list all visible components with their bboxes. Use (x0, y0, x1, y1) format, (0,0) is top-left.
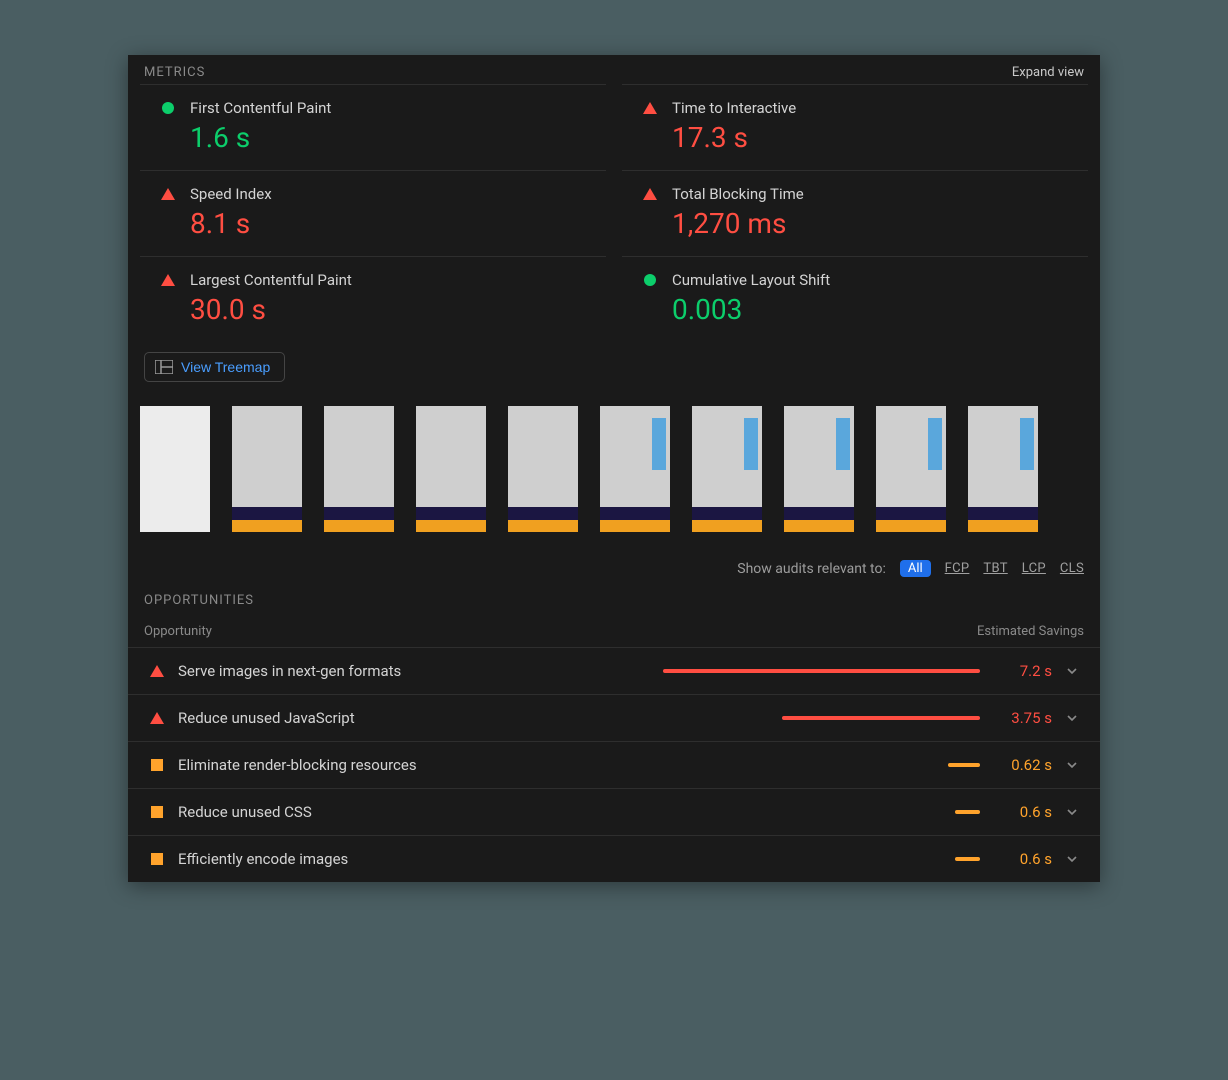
opportunity-label: Reduce unused CSS (178, 803, 612, 821)
filmstrip (128, 388, 1100, 542)
metric-item[interactable]: Time to Interactive 17.3 s (622, 84, 1088, 170)
opportunities-columns: Opportunity Estimated Savings (128, 616, 1100, 648)
expand-view-link[interactable]: Expand view (1012, 65, 1084, 80)
opportunity-savings: 0.62 s (988, 756, 1052, 774)
opportunity-row[interactable]: Efficiently encode images 0.6 s (128, 836, 1100, 882)
metric-value: 0.003 (672, 293, 1072, 326)
filmstrip-thumbnail[interactable] (508, 406, 578, 532)
filmstrip-thumbnail[interactable] (876, 406, 946, 532)
metric-label: Cumulative Layout Shift (672, 271, 1072, 289)
metric-value: 17.3 s (672, 121, 1072, 154)
metric-value: 8.1 s (190, 207, 590, 240)
triangle-poor-icon (638, 188, 662, 200)
chevron-down-icon[interactable] (1060, 712, 1084, 724)
treemap-icon (155, 360, 173, 374)
filmstrip-thumbnail[interactable] (232, 406, 302, 532)
filmstrip-thumbnail[interactable] (692, 406, 762, 532)
opportunity-bar (620, 669, 980, 673)
square-average-icon (144, 759, 170, 771)
opportunity-savings: 7.2 s (988, 662, 1052, 680)
opportunities-title: OPPORTUNITIES (144, 593, 254, 608)
opportunity-label: Efficiently encode images (178, 850, 612, 868)
treemap-label: View Treemap (181, 359, 270, 375)
chevron-down-icon[interactable] (1060, 759, 1084, 771)
opportunity-bar (620, 716, 980, 720)
metric-label: Largest Contentful Paint (190, 271, 590, 289)
chevron-down-icon[interactable] (1060, 806, 1084, 818)
metrics-grid: First Contentful Paint 1.6 s Time to Inter… (128, 84, 1100, 342)
triangle-poor-icon (144, 665, 170, 677)
opportunity-label: Serve images in next-gen formats (178, 662, 612, 680)
filmstrip-thumbnail[interactable] (784, 406, 854, 532)
filmstrip-thumbnail[interactable] (324, 406, 394, 532)
audit-filter-option[interactable]: TBT (983, 561, 1007, 576)
triangle-poor-icon (144, 712, 170, 724)
metric-item[interactable]: Cumulative Layout Shift 0.003 (622, 256, 1088, 342)
chevron-down-icon[interactable] (1060, 853, 1084, 865)
square-average-icon (144, 853, 170, 865)
opportunity-row[interactable]: Reduce unused CSS 0.6 s (128, 789, 1100, 836)
circle-good-icon (156, 102, 180, 114)
opportunities-header: OPPORTUNITIES (128, 583, 1100, 612)
metric-label: Speed Index (190, 185, 590, 203)
opportunity-label: Eliminate render-blocking resources (178, 756, 612, 774)
opportunities-list: Serve images in next-gen formats 7.2 s Red… (128, 648, 1100, 882)
metric-label: First Contentful Paint (190, 99, 590, 117)
metric-item[interactable]: First Contentful Paint 1.6 s (140, 84, 606, 170)
audit-filter-option[interactable]: CLS (1060, 561, 1084, 576)
opportunity-row[interactable]: Eliminate render-blocking resources 0.62 … (128, 742, 1100, 789)
metric-value: 1,270 ms (672, 207, 1072, 240)
chevron-down-icon[interactable] (1060, 665, 1084, 677)
metric-label: Time to Interactive (672, 99, 1072, 117)
triangle-poor-icon (638, 102, 662, 114)
lighthouse-panel: METRICS Expand view First Contentful Pai… (128, 55, 1100, 882)
filmstrip-thumbnail[interactable] (600, 406, 670, 532)
audit-filter-option[interactable]: LCP (1022, 561, 1046, 576)
opportunity-label: Reduce unused JavaScript (178, 709, 612, 727)
opportunity-savings: 0.6 s (988, 803, 1052, 821)
treemap-row: View Treemap (128, 342, 1100, 388)
audit-filter-row: Show audits relevant to: All FCP TBT LCP CL… (128, 542, 1100, 583)
metric-label: Total Blocking Time (672, 185, 1072, 203)
opportunity-bar (620, 763, 980, 767)
filmstrip-thumbnail[interactable] (416, 406, 486, 532)
opportunity-savings: 0.6 s (988, 850, 1052, 868)
opportunity-savings: 3.75 s (988, 709, 1052, 727)
metric-item[interactable]: Largest Contentful Paint 30.0 s (140, 256, 606, 342)
savings-col-label: Estimated Savings (977, 624, 1084, 639)
view-treemap-button[interactable]: View Treemap (144, 352, 285, 382)
opportunity-col-label: Opportunity (144, 624, 212, 639)
metric-value: 1.6 s (190, 121, 590, 154)
triangle-poor-icon (156, 188, 180, 200)
metrics-title: METRICS (144, 65, 205, 80)
triangle-poor-icon (156, 274, 180, 286)
metric-item[interactable]: Speed Index 8.1 s (140, 170, 606, 256)
filmstrip-thumbnail[interactable] (140, 406, 210, 532)
square-average-icon (144, 806, 170, 818)
opportunity-row[interactable]: Serve images in next-gen formats 7.2 s (128, 648, 1100, 695)
filmstrip-thumbnail[interactable] (968, 406, 1038, 532)
circle-good-icon (638, 274, 662, 286)
opportunity-bar (620, 810, 980, 814)
opportunity-bar (620, 857, 980, 861)
audit-filter-option[interactable]: FCP (945, 561, 970, 576)
metric-item[interactable]: Total Blocking Time 1,270 ms (622, 170, 1088, 256)
audit-filter-active[interactable]: All (900, 560, 931, 577)
metric-value: 30.0 s (190, 293, 590, 326)
metrics-header: METRICS Expand view (128, 55, 1100, 84)
audit-filter-label: Show audits relevant to: (737, 561, 886, 577)
opportunity-row[interactable]: Reduce unused JavaScript 3.75 s (128, 695, 1100, 742)
